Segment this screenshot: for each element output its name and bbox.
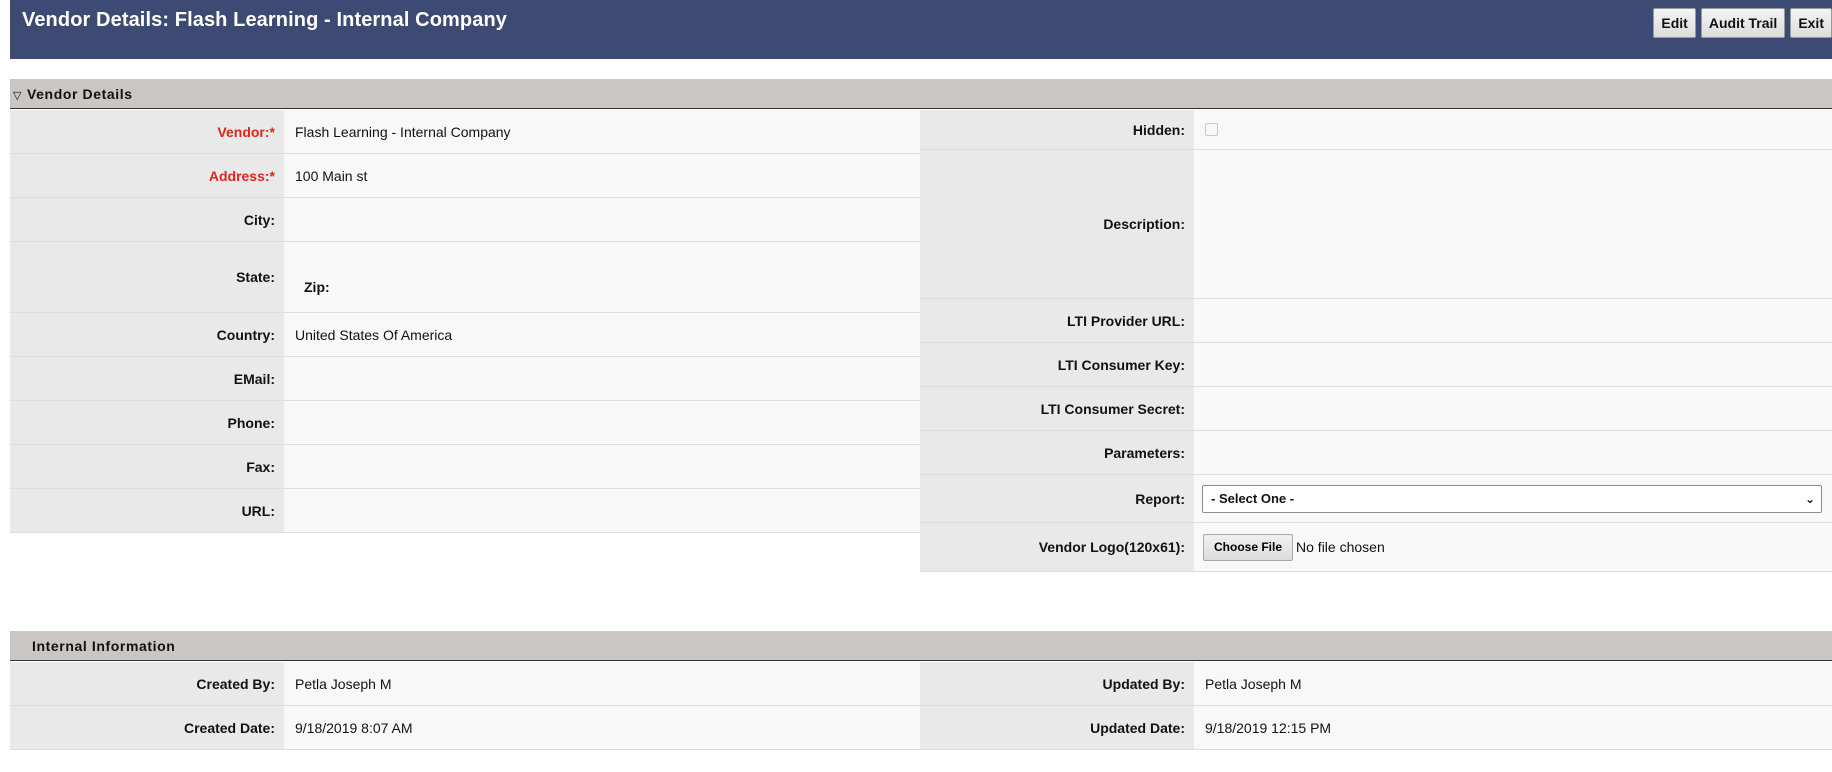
report-label: Report: bbox=[920, 475, 1194, 522]
address-row: Address:* 100 Main st bbox=[10, 154, 920, 198]
parameters-label: Parameters: bbox=[920, 431, 1194, 474]
description-label: Description: bbox=[920, 150, 1194, 298]
vendor-row: Vendor:* Flash Learning - Internal Compa… bbox=[10, 110, 920, 154]
email-value bbox=[284, 357, 920, 400]
address-value: 100 Main st bbox=[284, 154, 920, 197]
audit-trail-button[interactable]: Audit Trail bbox=[1700, 8, 1786, 38]
country-row: Country: United States Of America bbox=[10, 313, 920, 357]
hidden-label: Hidden: bbox=[920, 110, 1194, 149]
lti-consumer-key-label: LTI Consumer Key: bbox=[920, 343, 1194, 386]
hidden-row: Hidden: bbox=[920, 110, 1832, 150]
city-value bbox=[284, 198, 920, 241]
hidden-value bbox=[1194, 110, 1832, 149]
page-title: Vendor Details: Flash Learning - Interna… bbox=[22, 9, 507, 31]
email-label: EMail: bbox=[10, 357, 284, 400]
fax-value bbox=[284, 445, 920, 488]
lti-consumer-key-row: LTI Consumer Key: bbox=[920, 343, 1832, 387]
vendor-details-left-column: Vendor:* Flash Learning - Internal Compa… bbox=[10, 110, 920, 533]
phone-row: Phone: bbox=[10, 401, 920, 445]
zip-label: Zip: bbox=[304, 279, 330, 295]
updated-date-label: Updated Date: bbox=[920, 706, 1194, 749]
country-value: United States Of America bbox=[284, 313, 920, 356]
state-zip-value: Zip: bbox=[284, 242, 920, 312]
updated-date-value: 9/18/2019 12:15 PM bbox=[1194, 706, 1832, 749]
lti-provider-url-row: LTI Provider URL: bbox=[920, 299, 1832, 343]
vendor-value: Flash Learning - Internal Company bbox=[284, 110, 920, 153]
description-value bbox=[1194, 150, 1832, 298]
choose-file-button[interactable]: Choose File bbox=[1203, 533, 1294, 561]
vendor-logo-row: Vendor Logo(120x61): Choose File No file… bbox=[920, 523, 1832, 572]
hidden-checkbox[interactable] bbox=[1205, 123, 1218, 136]
description-row: Description: bbox=[920, 150, 1832, 299]
address-label: Address:* bbox=[10, 154, 284, 197]
lti-provider-url-label: LTI Provider URL: bbox=[920, 299, 1194, 342]
report-value: - Select One - ⌄ bbox=[1194, 475, 1832, 522]
phone-value bbox=[284, 401, 920, 444]
vendor-details-section-header[interactable]: ▽ Vendor Details bbox=[10, 79, 1832, 109]
url-label: URL: bbox=[10, 489, 284, 532]
updated-by-row: Updated By: Petla Joseph M bbox=[920, 662, 1832, 706]
parameters-row: Parameters: bbox=[920, 431, 1832, 475]
lti-consumer-secret-value bbox=[1194, 387, 1832, 430]
page-header: Vendor Details: Flash Learning - Interna… bbox=[10, 0, 1832, 59]
file-status-text: No file chosen bbox=[1296, 539, 1385, 555]
section-title: Internal Information bbox=[32, 638, 176, 654]
updated-by-value: Petla Joseph M bbox=[1194, 662, 1832, 705]
updated-by-label: Updated By: bbox=[920, 662, 1194, 705]
report-row: Report: - Select One - ⌄ bbox=[920, 475, 1832, 523]
city-row: City: bbox=[10, 198, 920, 242]
email-row: EMail: bbox=[10, 357, 920, 401]
country-label: Country: bbox=[10, 313, 284, 356]
lti-consumer-secret-label: LTI Consumer Secret: bbox=[920, 387, 1194, 430]
report-select[interactable]: - Select One - ⌄ bbox=[1202, 484, 1822, 513]
created-date-label: Created Date: bbox=[10, 706, 284, 749]
lti-provider-url-value bbox=[1194, 299, 1832, 342]
fax-label: Fax: bbox=[10, 445, 284, 488]
internal-info-left-column: Created By: Petla Joseph M Created Date:… bbox=[10, 662, 920, 750]
url-row: URL: bbox=[10, 489, 920, 533]
created-by-row: Created By: Petla Joseph M bbox=[10, 662, 920, 706]
lti-consumer-secret-row: LTI Consumer Secret: bbox=[920, 387, 1832, 431]
section-title: Vendor Details bbox=[27, 86, 133, 102]
vendor-label: Vendor:* bbox=[10, 110, 284, 153]
vendor-logo-value: Choose File No file chosen bbox=[1194, 523, 1832, 571]
header-actions: Edit Audit Trail Exit bbox=[1653, 8, 1832, 38]
url-value bbox=[284, 489, 920, 532]
lti-consumer-key-value bbox=[1194, 343, 1832, 386]
vendor-logo-label: Vendor Logo(120x61): bbox=[920, 523, 1194, 571]
internal-info-right-column: Updated By: Petla Joseph M Updated Date:… bbox=[920, 662, 1832, 750]
state-row: State: Zip: bbox=[10, 242, 920, 313]
parameters-value bbox=[1194, 431, 1832, 474]
internal-information-section-header: Internal Information bbox=[10, 631, 1832, 661]
created-by-label: Created By: bbox=[10, 662, 284, 705]
updated-date-row: Updated Date: 9/18/2019 12:15 PM bbox=[920, 706, 1832, 750]
created-by-value: Petla Joseph M bbox=[284, 662, 920, 705]
exit-button[interactable]: Exit bbox=[1790, 8, 1832, 38]
city-label: City: bbox=[10, 198, 284, 241]
state-label: State: bbox=[10, 242, 284, 312]
fax-row: Fax: bbox=[10, 445, 920, 489]
phone-label: Phone: bbox=[10, 401, 284, 444]
collapse-triangle-icon[interactable]: ▽ bbox=[13, 81, 27, 111]
created-date-row: Created Date: 9/18/2019 8:07 AM bbox=[10, 706, 920, 750]
edit-button[interactable]: Edit bbox=[1653, 8, 1696, 38]
report-selected-option: - Select One - bbox=[1211, 491, 1295, 506]
vendor-details-right-column: Hidden: Description: LTI Provider URL: L… bbox=[920, 110, 1832, 572]
chevron-down-icon: ⌄ bbox=[1804, 491, 1815, 506]
created-date-value: 9/18/2019 8:07 AM bbox=[284, 706, 920, 749]
